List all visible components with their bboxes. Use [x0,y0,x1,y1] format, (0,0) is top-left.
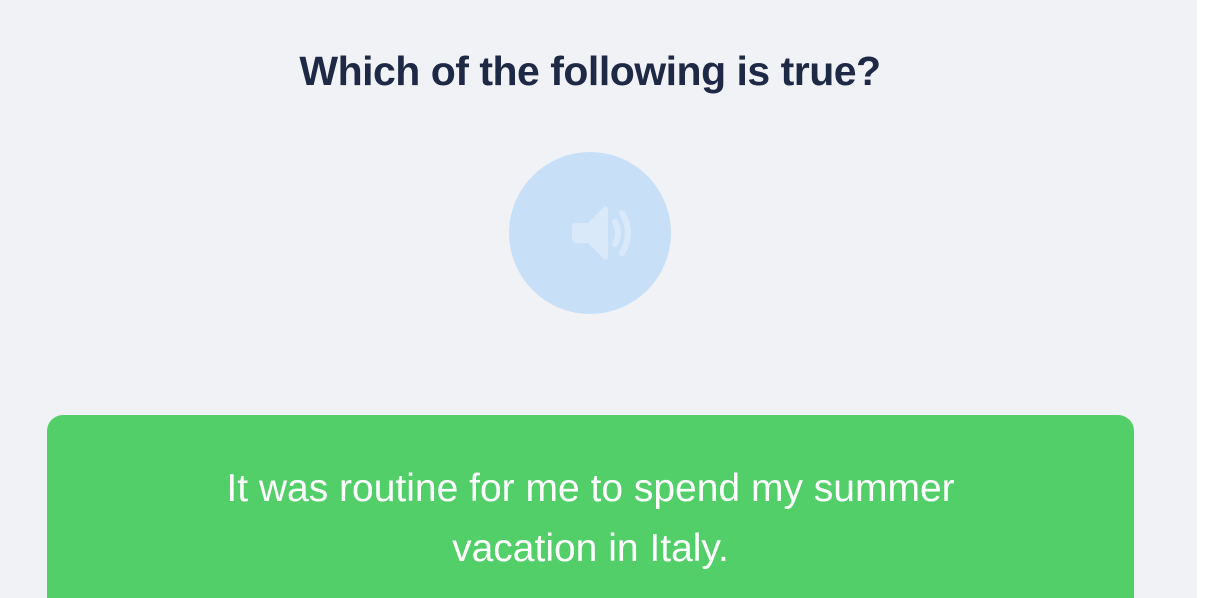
question-heading: Which of the following is true? [299,48,881,94]
quiz-screen: Which of the following is true? It was r… [0,0,1197,598]
answer-option[interactable]: It was routine for me to spend my summer… [47,415,1134,598]
play-audio-button[interactable] [509,152,671,314]
answer-option-text: It was routine for me to spend my summer… [226,467,955,570]
edge-strip [1197,0,1223,598]
speaker-icon [572,206,631,260]
